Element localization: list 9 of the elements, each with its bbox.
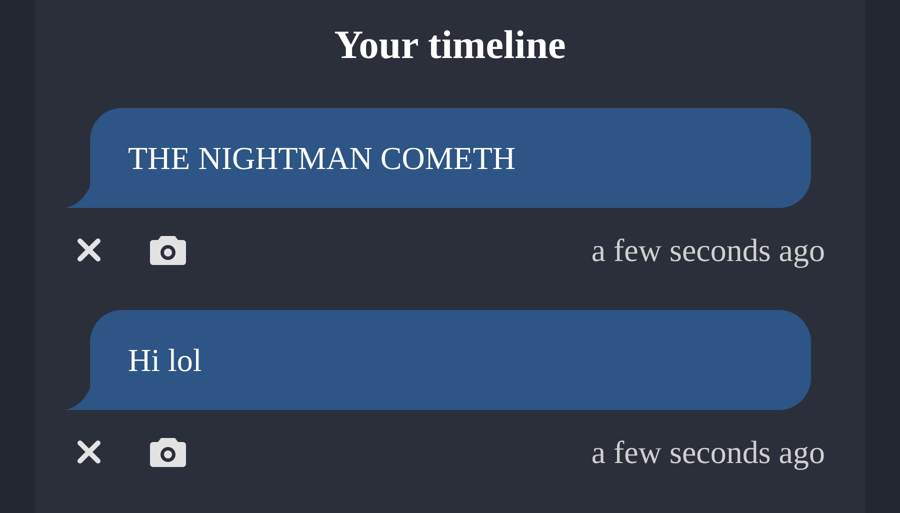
close-icon[interactable] [77, 238, 101, 262]
close-icon[interactable] [77, 440, 101, 464]
message-text: THE NIGHTMAN COMETH [128, 139, 516, 178]
message-timestamp: a few seconds ago [591, 231, 825, 270]
timeline-title: Your timeline [334, 21, 566, 69]
camera-icon[interactable] [149, 234, 187, 266]
camera-icon[interactable] [149, 436, 187, 468]
message-text: Hi lol [128, 341, 202, 380]
message-timestamp: a few seconds ago [591, 433, 825, 472]
